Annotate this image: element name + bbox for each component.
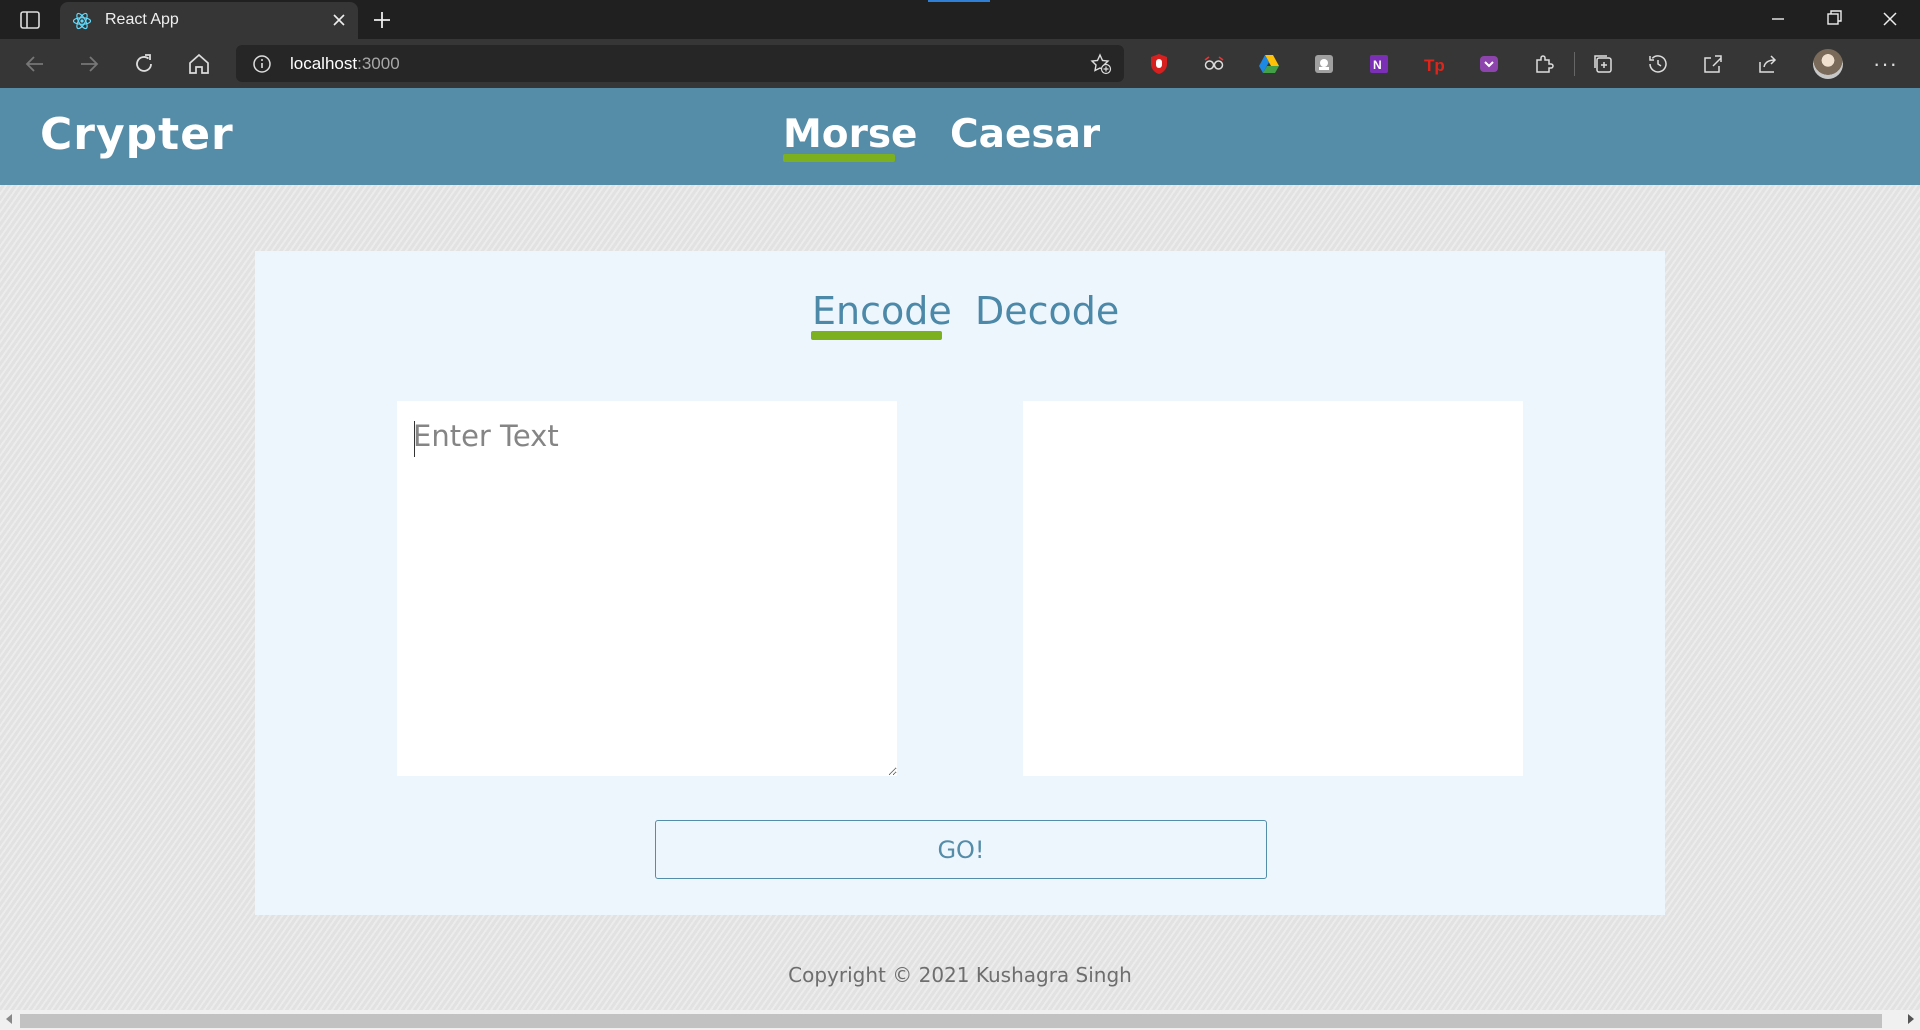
pocket-extension-icon[interactable]	[1477, 52, 1501, 76]
address-port: :3000	[357, 54, 400, 73]
cipher-card: Encode Decode GO!	[255, 251, 1665, 915]
toolbar-separator	[1574, 52, 1575, 76]
scan-extension-icon[interactable]	[1312, 52, 1336, 76]
horizontal-scrollbar[interactable]	[0, 1010, 1920, 1030]
output-box	[1023, 401, 1523, 776]
scroll-left-icon[interactable]	[6, 1014, 12, 1024]
home-icon[interactable]	[186, 51, 212, 77]
go-button[interactable]: GO!	[655, 820, 1267, 879]
new-tab-icon[interactable]	[370, 8, 394, 32]
share-icon[interactable]	[1756, 52, 1780, 76]
minimize-icon[interactable]	[1750, 0, 1806, 39]
active-tab-underline	[811, 331, 942, 340]
nav-link-caesar[interactable]: Caesar	[950, 112, 1100, 157]
refresh-icon[interactable]	[131, 51, 157, 77]
brand-logo[interactable]: Crypter	[40, 109, 234, 160]
tab-encode[interactable]: Encode	[812, 289, 952, 333]
active-nav-underline	[783, 154, 895, 162]
footer-copyright: Copyright © 2021 Kushagra Singh	[788, 963, 1132, 987]
browser-tab[interactable]: React App	[60, 2, 358, 39]
add-favorite-icon[interactable]	[1090, 53, 1112, 75]
back-icon[interactable]	[22, 51, 48, 77]
forward-icon[interactable]	[76, 51, 102, 77]
onenote-icon[interactable]: N	[1367, 52, 1391, 76]
loading-indicator	[928, 0, 990, 2]
tp-extension-icon[interactable]: Tp	[1422, 52, 1446, 76]
react-icon	[72, 11, 92, 31]
profile-avatar[interactable]	[1813, 49, 1843, 79]
browser-titlebar: React App	[0, 0, 1920, 39]
browser-toolbar: localhost:3000 N Tp ···	[0, 39, 1920, 88]
close-window-icon[interactable]	[1862, 0, 1918, 39]
tab-actions-icon[interactable]	[18, 8, 42, 32]
svg-text:N: N	[1373, 58, 1382, 72]
web-capture-icon[interactable]	[1701, 52, 1725, 76]
input-textarea[interactable]	[397, 401, 897, 776]
address-host: localhost	[290, 54, 358, 73]
glasses-extension-icon[interactable]	[1202, 52, 1226, 76]
close-tab-icon[interactable]	[328, 9, 350, 31]
text-caret	[414, 421, 415, 457]
tab-decode[interactable]: Decode	[975, 289, 1119, 333]
restore-icon[interactable]	[1806, 0, 1862, 39]
extensions-puzzle-icon[interactable]	[1532, 52, 1556, 76]
nav-link-morse[interactable]: Morse	[783, 112, 918, 157]
history-icon[interactable]	[1646, 52, 1670, 76]
adblock-extension-icon[interactable]	[1147, 52, 1171, 76]
app-navbar: Crypter Morse Caesar	[0, 88, 1920, 185]
scroll-right-icon[interactable]	[1908, 1014, 1914, 1024]
collections-icon[interactable]	[1591, 52, 1615, 76]
tab-title: React App	[105, 11, 179, 28]
google-drive-icon[interactable]	[1257, 52, 1281, 76]
more-options-icon[interactable]: ···	[1873, 51, 1898, 77]
info-icon[interactable]	[252, 54, 272, 74]
scrollbar-thumb[interactable]	[20, 1014, 1882, 1028]
svg-text:Tp: Tp	[1424, 56, 1445, 75]
address-text[interactable]: localhost:3000	[290, 54, 400, 74]
address-bar[interactable]: localhost:3000	[236, 45, 1124, 82]
page-viewport: Crypter Morse Caesar Encode Decode GO! C…	[0, 88, 1920, 1010]
